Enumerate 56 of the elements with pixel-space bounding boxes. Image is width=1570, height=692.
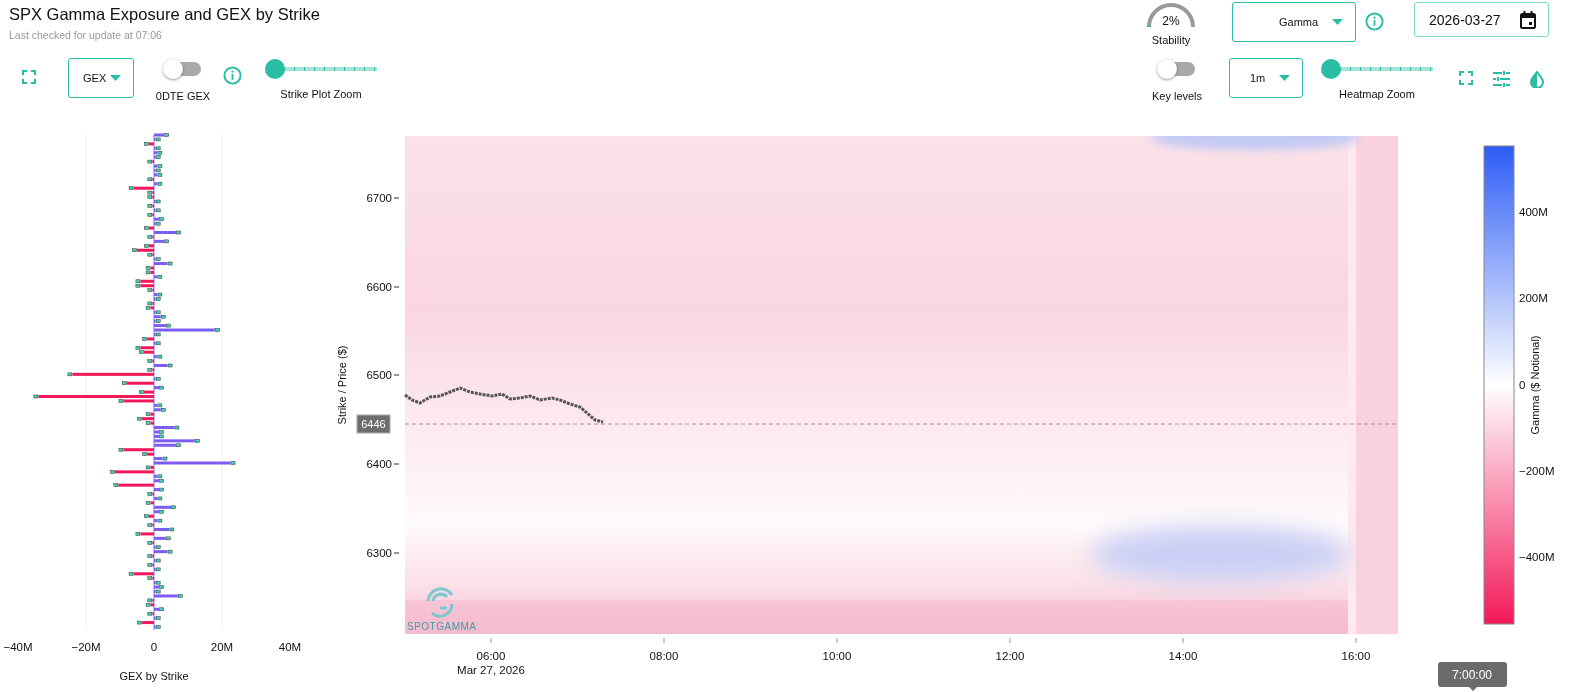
fullscreen-icon[interactable] (22, 70, 36, 84)
axis-tick-label: 06:00 (476, 650, 506, 662)
colorbar-tick-label: 200M (1519, 292, 1548, 304)
time-tooltip: 7:00:00 (1438, 662, 1507, 691)
caret-icon (1279, 75, 1290, 81)
colorbar-tick-label: 400M (1519, 206, 1548, 218)
slider-label: Heatmap Zoom (1339, 88, 1415, 100)
logo-text: SPOTGAMMA (407, 621, 477, 632)
page-title: SPX Gamma Exposure and GEX by Strike (9, 4, 320, 25)
slider-label: Strike Plot Zoom (280, 88, 362, 100)
fullscreen-icon[interactable] (1459, 71, 1473, 85)
info-icon[interactable] (1365, 12, 1384, 31)
axis-tick-label: 6700 (366, 192, 392, 204)
toggle-label: Key levels (1151, 90, 1203, 102)
axis-tick-label: 12:00 (995, 650, 1025, 662)
axis-tick-label: 08:00 (649, 650, 679, 662)
toggle-switch[interactable] (165, 62, 201, 76)
logo-icon (426, 587, 454, 618)
axis-tick-label: 20M (210, 641, 234, 653)
metric-dropdown[interactable]: GEX (68, 58, 134, 98)
colorbar-title: Gamma ($ Notional) (1529, 335, 1541, 435)
axis-tick-label: 6300 (366, 547, 392, 559)
colorbar-tick-label: 0 (1519, 379, 1526, 391)
axis-tick-label: 6400 (366, 458, 392, 470)
greek-dropdown[interactable]: Gamma (1232, 2, 1356, 42)
stability-label: Stability (1151, 34, 1191, 46)
axis-title: Strike / Price ($) (336, 345, 348, 425)
colorbar-tick-label: −200M (1519, 465, 1555, 477)
axis-tick-label: 6500 (366, 369, 392, 381)
date-field[interactable]: 2026-03-27 (1414, 2, 1549, 37)
axis-tick-label: 14:00 (1168, 650, 1198, 662)
stability-value: 2% (1161, 14, 1181, 28)
price-badge: 6446 (356, 414, 391, 434)
axis-tick-label: 0 (150, 641, 158, 653)
caret-icon (1332, 19, 1343, 25)
contrast-icon[interactable] (1530, 71, 1544, 88)
sliders-icon[interactable] (1493, 71, 1510, 87)
axis-tick-label: 16:00 (1341, 650, 1371, 662)
axis-tick-label: 40M (278, 641, 302, 653)
info-icon[interactable] (223, 66, 242, 85)
calendar-icon (1520, 10, 1536, 29)
toggle-switch[interactable] (1159, 62, 1195, 76)
caret-icon (110, 75, 121, 81)
axis-tick-label: −20M (71, 641, 101, 653)
axis-tick-label: 6600 (366, 281, 392, 293)
axis-title: GEX by Strike (119, 670, 189, 682)
zoom-slider[interactable] (1321, 59, 1433, 79)
stability-gauge (1145, 1, 1197, 29)
colorbar-tick-label: −400M (1519, 551, 1555, 563)
update-time-text: Last checked for update at 07:06 (9, 29, 163, 41)
zoom-slider[interactable] (265, 59, 377, 79)
interval-dropdown[interactable]: 1m (1229, 58, 1303, 98)
axis-tick-label: −40M (3, 641, 33, 653)
toggle-label: 0DTE GEX (155, 90, 211, 102)
axis-tick-label: 10:00 (822, 650, 852, 662)
axis-date-label: Mar 27, 2026 (457, 664, 525, 676)
